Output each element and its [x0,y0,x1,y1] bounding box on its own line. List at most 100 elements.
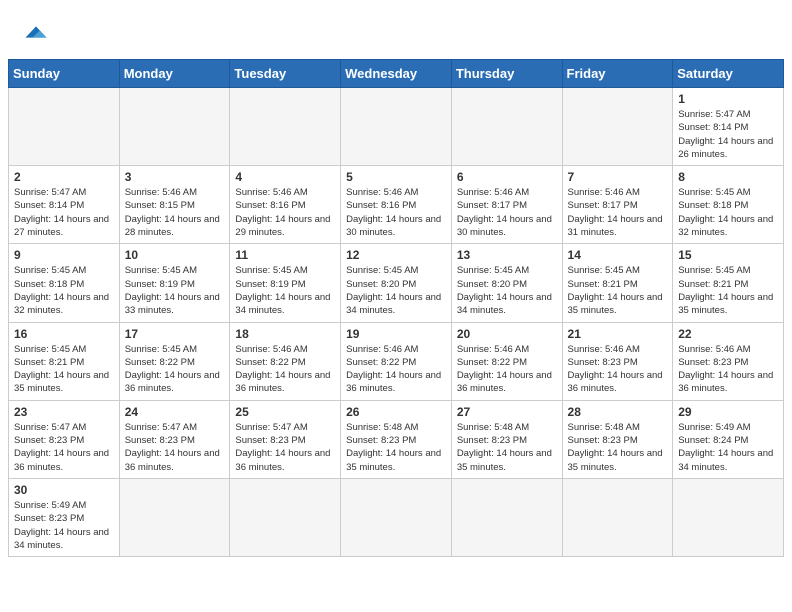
day-number: 17 [125,327,225,341]
day-info: Sunrise: 5:45 AMSunset: 8:19 PMDaylight:… [235,264,335,317]
day-number: 13 [457,248,557,262]
calendar-cell [451,478,562,556]
calendar-row-4: 23 Sunrise: 5:47 AMSunset: 8:23 PMDayligh… [9,400,784,478]
calendar-header: SundayMondayTuesdayWednesdayThursdayFrid… [9,60,784,88]
calendar-body: 1Sunrise: 5:47 AMSunset: 8:14 PMDaylight… [9,88,784,557]
day-info: Sunrise: 5:46 AMSunset: 8:22 PMDaylight:… [235,343,335,396]
calendar-cell [562,88,673,166]
day-number: 8 [678,170,778,184]
day-number: 30 [14,483,114,497]
day-info: Sunrise: 5:45 AMSunset: 8:20 PMDaylight:… [346,264,446,317]
calendar-cell: 13 Sunrise: 5:45 AMSunset: 8:20 PMDayligh… [451,244,562,322]
calendar-cell [230,478,341,556]
day-number: 23 [14,405,114,419]
calendar-cell: 24 Sunrise: 5:47 AMSunset: 8:23 PMDayligh… [119,400,230,478]
day-info: Sunrise: 5:48 AMSunset: 8:23 PMDaylight:… [568,421,668,474]
calendar-row-3: 16Sunrise: 5:45 AMSunset: 8:21 PMDayligh… [9,322,784,400]
day-info: Sunrise: 5:46 AMSunset: 8:16 PMDaylight:… [235,186,335,239]
calendar-cell: 23 Sunrise: 5:47 AMSunset: 8:23 PMDayligh… [9,400,120,478]
day-number: 21 [568,327,668,341]
day-info: Sunrise: 5:46 AMSunset: 8:15 PMDaylight:… [125,186,225,239]
day-info: Sunrise: 5:48 AMSunset: 8:23 PMDaylight:… [346,421,446,474]
day-info: Sunrise: 5:45 AMSunset: 8:18 PMDaylight:… [14,264,114,317]
calendar-cell: 4 Sunrise: 5:46 AMSunset: 8:16 PMDaylight… [230,166,341,244]
calendar-cell: 29 Sunrise: 5:49 AMSunset: 8:24 PMDayligh… [673,400,784,478]
calendar-cell: 16Sunrise: 5:45 AMSunset: 8:21 PMDayligh… [9,322,120,400]
page-header [0,0,792,59]
calendar-cell: 2 Sunrise: 5:47 AMSunset: 8:14 PMDaylight… [9,166,120,244]
calendar-cell: 12 Sunrise: 5:45 AMSunset: 8:20 PMDayligh… [341,244,452,322]
day-number: 11 [235,248,335,262]
calendar-cell [230,88,341,166]
day-number: 20 [457,327,557,341]
day-info: Sunrise: 5:48 AMSunset: 8:23 PMDaylight:… [457,421,557,474]
day-info: Sunrise: 5:47 AMSunset: 8:14 PMDaylight:… [14,186,114,239]
calendar-container: SundayMondayTuesdayWednesdayThursdayFrid… [0,59,792,565]
day-info: Sunrise: 5:46 AMSunset: 8:16 PMDaylight:… [346,186,446,239]
calendar-cell: 27 Sunrise: 5:48 AMSunset: 8:23 PMDayligh… [451,400,562,478]
weekday-header-wednesday: Wednesday [341,60,452,88]
day-number: 29 [678,405,778,419]
day-number: 10 [125,248,225,262]
day-info: Sunrise: 5:45 AMSunset: 8:19 PMDaylight:… [125,264,225,317]
day-info: Sunrise: 5:47 AMSunset: 8:23 PMDaylight:… [14,421,114,474]
calendar-cell: 30 Sunrise: 5:49 AMSunset: 8:23 PMDayligh… [9,478,120,556]
day-number: 24 [125,405,225,419]
day-number: 4 [235,170,335,184]
logo-icon [22,18,50,46]
calendar-table: SundayMondayTuesdayWednesdayThursdayFrid… [8,59,784,557]
weekday-header-monday: Monday [119,60,230,88]
day-info: Sunrise: 5:46 AMSunset: 8:22 PMDaylight:… [457,343,557,396]
day-number: 25 [235,405,335,419]
day-info: Sunrise: 5:46 AMSunset: 8:23 PMDaylight:… [678,343,778,396]
day-number: 19 [346,327,446,341]
calendar-cell: 25 Sunrise: 5:47 AMSunset: 8:23 PMDayligh… [230,400,341,478]
calendar-cell: 19 Sunrise: 5:46 AMSunset: 8:22 PMDayligh… [341,322,452,400]
day-info: Sunrise: 5:45 AMSunset: 8:20 PMDaylight:… [457,264,557,317]
day-info: Sunrise: 5:46 AMSunset: 8:22 PMDaylight:… [346,343,446,396]
day-number: 15 [678,248,778,262]
calendar-cell: 11 Sunrise: 5:45 AMSunset: 8:19 PMDayligh… [230,244,341,322]
day-info: Sunrise: 5:46 AMSunset: 8:17 PMDaylight:… [457,186,557,239]
day-number: 22 [678,327,778,341]
calendar-cell: 22 Sunrise: 5:46 AMSunset: 8:23 PMDayligh… [673,322,784,400]
calendar-cell: 3Sunrise: 5:46 AMSunset: 8:15 PMDaylight… [119,166,230,244]
calendar-cell: 17 Sunrise: 5:45 AMSunset: 8:22 PMDayligh… [119,322,230,400]
logo [20,18,50,49]
day-number: 12 [346,248,446,262]
day-info: Sunrise: 5:45 AMSunset: 8:22 PMDaylight:… [125,343,225,396]
day-number: 27 [457,405,557,419]
calendar-cell: 8 Sunrise: 5:45 AMSunset: 8:18 PMDaylight… [673,166,784,244]
day-info: Sunrise: 5:45 AMSunset: 8:21 PMDaylight:… [678,264,778,317]
day-number: 28 [568,405,668,419]
calendar-cell: 10 Sunrise: 5:45 AMSunset: 8:19 PMDayligh… [119,244,230,322]
day-number: 2 [14,170,114,184]
calendar-cell: 20 Sunrise: 5:46 AMSunset: 8:22 PMDayligh… [451,322,562,400]
day-info: Sunrise: 5:47 AMSunset: 8:23 PMDaylight:… [235,421,335,474]
day-info: Sunrise: 5:46 AMSunset: 8:17 PMDaylight:… [568,186,668,239]
calendar-cell [119,478,230,556]
calendar-cell: 26 Sunrise: 5:48 AMSunset: 8:23 PMDayligh… [341,400,452,478]
calendar-cell [451,88,562,166]
day-number: 14 [568,248,668,262]
calendar-row-0: 1Sunrise: 5:47 AMSunset: 8:14 PMDaylight… [9,88,784,166]
calendar-cell: 14Sunrise: 5:45 AMSunset: 8:21 PMDayligh… [562,244,673,322]
weekday-header-row: SundayMondayTuesdayWednesdayThursdayFrid… [9,60,784,88]
calendar-cell: 21 Sunrise: 5:46 AMSunset: 8:23 PMDayligh… [562,322,673,400]
calendar-cell: 15 Sunrise: 5:45 AMSunset: 8:21 PMDayligh… [673,244,784,322]
day-info: Sunrise: 5:47 AMSunset: 8:23 PMDaylight:… [125,421,225,474]
day-info: Sunrise: 5:49 AMSunset: 8:23 PMDaylight:… [14,499,114,552]
weekday-header-tuesday: Tuesday [230,60,341,88]
day-number: 9 [14,248,114,262]
calendar-cell [341,478,452,556]
calendar-cell [9,88,120,166]
calendar-cell: 1Sunrise: 5:47 AMSunset: 8:14 PMDaylight… [673,88,784,166]
day-info: Sunrise: 5:45 AMSunset: 8:18 PMDaylight:… [678,186,778,239]
day-info: Sunrise: 5:49 AMSunset: 8:24 PMDaylight:… [678,421,778,474]
calendar-row-1: 2 Sunrise: 5:47 AMSunset: 8:14 PMDaylight… [9,166,784,244]
day-info: Sunrise: 5:46 AMSunset: 8:23 PMDaylight:… [568,343,668,396]
day-number: 18 [235,327,335,341]
calendar-cell: 6Sunrise: 5:46 AMSunset: 8:17 PMDaylight… [451,166,562,244]
calendar-row-2: 9 Sunrise: 5:45 AMSunset: 8:18 PMDaylight… [9,244,784,322]
day-number: 26 [346,405,446,419]
